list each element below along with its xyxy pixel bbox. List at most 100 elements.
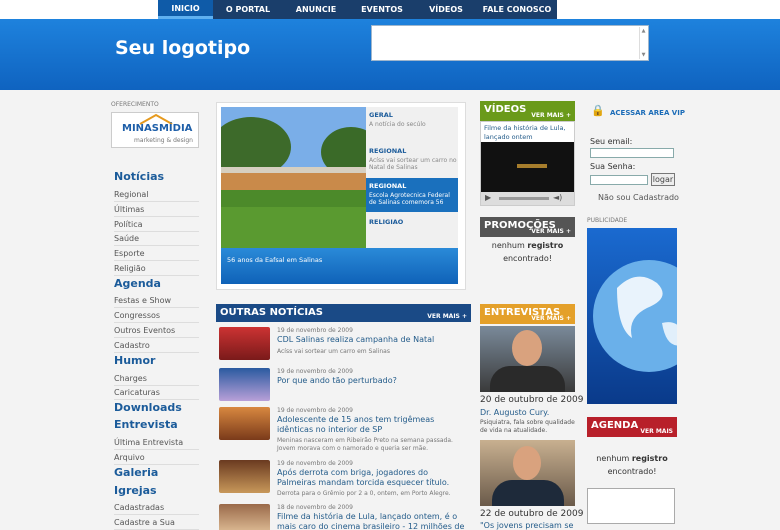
tab-videos[interactable]: VÍDEOS [415,0,477,19]
tab-anuncie[interactable]: ANUNCIE [283,0,349,19]
publicidade-banner[interactable] [587,228,677,404]
agenda-empty-c: encontrado! [607,467,657,476]
login-button[interactable]: logar [651,173,675,186]
sidebar-item-charges[interactable]: Charges [114,374,199,386]
outras-ver-mais[interactable]: VER MAIS + [427,313,467,320]
featured-tab-2[interactable]: REGIONAL Acíss vai sortear um carro no Na… [369,147,458,171]
news-headline[interactable]: Por que ando tão perturbado? [277,376,467,386]
promocoes-empty-a: nenhum [491,241,528,250]
vip-title[interactable]: ACESSAR AREA VIP [610,109,685,117]
entrevista-photo[interactable] [480,440,575,506]
sidebar-item-cadastre[interactable]: Cadastre a Sua [114,518,199,530]
news-thumb[interactable] [219,368,270,401]
news-item[interactable]: 19 de novembro de 2009 Por que ando tão … [219,368,469,406]
sidebar-item-esporte[interactable]: Esporte [114,249,199,261]
sidebar-item-ultima-entrevista[interactable]: Última Entrevista [114,438,199,450]
sidebar-item-arquivo[interactable]: Arquivo [114,453,199,465]
news-thumb[interactable] [219,407,270,440]
register-link[interactable]: Não sou Cadastrado [598,193,679,202]
entrevistas-bar: ENTREVISTAS VER MAIS + [480,304,575,324]
news-item[interactable]: 18 de novembro de 2009 Filme da história… [219,504,469,530]
news-headline[interactable]: Após derrota com briga, jogadores do Pal… [277,468,467,488]
news-headline[interactable]: Filme da história de Lula, lançado ontem… [277,512,467,530]
promocoes-ver-mais[interactable]: VER MAIS + [531,228,571,235]
agenda-empty-a: nenhum [596,454,632,463]
email-label: Seu email: [590,137,633,146]
sidebar-notícias[interactable]: Notícias [114,170,164,183]
play-icon[interactable]: ▶ [485,193,491,202]
sidebar-item-caricaturas[interactable]: Caricaturas [114,388,199,400]
entrevista-face [513,446,541,480]
tab-inicio[interactable]: INICIO [158,0,213,19]
sidebar-agenda[interactable]: Agenda [114,277,161,290]
news-thumb[interactable] [219,327,270,360]
email-field[interactable] [590,148,674,158]
sidebar-item-regional[interactable]: Regional [114,190,199,202]
sidebar-item-saude[interactable]: Saúde [114,234,199,246]
video-progress[interactable] [499,197,549,200]
news-thumb[interactable] [219,504,270,530]
tab-eventos[interactable]: EVENTOS [349,0,415,19]
featured-image[interactable] [221,107,366,248]
entrevistas-ver-mais[interactable]: VER MAIS + [531,315,571,322]
video-screen[interactable] [481,142,574,192]
featured-tab-3[interactable]: REGIONAL Escola Agrotecnica Federal de Sa… [369,182,458,206]
entrevista-suit [492,480,564,506]
news-item[interactable]: 19 de novembro de 2009 CDL Salinas reali… [219,327,469,367]
video-screen-logo [517,164,547,168]
sidebar-item-cadastro[interactable]: Cadastro [114,341,199,353]
featured-caption-bar[interactable]: 56 anos da Eafsal em Salinas [221,248,458,284]
volume-icon[interactable]: ◄) [553,193,562,202]
news-item[interactable]: 19 de novembro de 2009 Após derrota com … [219,460,469,500]
sidebar-entrevista[interactable]: Entrevista [114,418,178,431]
entrevista-name[interactable]: Dr. Augusto Cury. [480,408,549,417]
sidebar-item-outros-eventos[interactable]: Outros Eventos [114,326,199,338]
sidebar-item-cadastradas[interactable]: Cadastradas [114,503,199,515]
entrevista-name[interactable]: "Os jovens precisam se [480,521,573,530]
video-caption[interactable]: Filme da história de Lula, lançado ontem [484,124,570,142]
news-headline[interactable]: Adolescente de 15 anos tem trigêmeas idê… [277,415,467,435]
promocoes-empty-c: encontrado! [503,254,552,263]
sponsor-label: OFERECIMENTO [111,101,159,108]
entrevista-photo[interactable] [480,326,575,392]
tab-o-portal[interactable]: O PORTAL [213,0,283,19]
sidebar-igrejas[interactable]: Igrejas [114,484,157,497]
video-controls: ▶ ◄) [481,192,574,205]
globe-icon [593,260,677,372]
agenda-empty-b: registro [631,454,668,463]
sidebar-item-congressos[interactable]: Congressos [114,311,199,323]
promocoes-empty-b: registro [527,241,564,250]
sidebar-humor[interactable]: Humor [114,354,155,367]
video-player: Filme da história de Lula, lançado ontem… [480,121,575,206]
sidebar-downloads[interactable]: Downloads [114,401,182,414]
news-thumb[interactable] [219,460,270,493]
agenda-textarea[interactable] [587,488,675,524]
entrevista-date: 20 de outubro de 2009 [480,395,584,405]
tab-text: Acíss vai sortear um carro no Natal de S… [369,157,457,171]
tab-category: RELIGIAO [369,218,404,226]
videos-ver-mais[interactable]: VER MAIS + [531,112,571,119]
agenda-ver-mais[interactable]: VER MAIS [640,428,673,435]
tab-category: REGIONAL [369,147,407,155]
news-summary: Acíss vai sortear um carro em Salinas [277,348,390,355]
sidebar-item-religiao[interactable]: Religião [114,264,199,276]
password-field[interactable] [590,175,648,185]
news-item[interactable]: 19 de novembro de 2009 Adolescente de 15… [219,407,469,459]
news-summary: Meninas nasceram em Ribeirão Preto na se… [277,437,453,452]
agenda-empty: nenhum registro encontrado! [587,452,677,478]
tab-fale-conosco[interactable]: FALE CONOSCO [477,0,557,19]
site-logo[interactable]: Seu logotipo [115,37,250,59]
banner-scrollbar[interactable]: ▲ ▼ [639,27,647,59]
tab-category: GERAL [369,111,393,119]
password-label: Sua Senha: [590,162,636,171]
featured-tab-4[interactable]: RELIGIAO [369,218,458,228]
sponsor-logo[interactable]: MINASMÍDIA marketing & design [111,112,199,148]
sidebar-item-festas[interactable]: Festas e Show [114,296,199,308]
sidebar-item-politica[interactable]: Política [114,220,199,232]
entrevista-text: Psiquiatra, fala sobre qualidade de vida… [480,419,575,434]
sidebar-galeria[interactable]: Galeria [114,466,158,479]
featured-tab-1[interactable]: GERAL A notícia do secúlo [369,111,458,128]
news-date: 19 de novembro de 2009 [277,407,353,414]
sidebar-item-ultimas[interactable]: Últimas [114,205,199,217]
news-headline[interactable]: CDL Salinas realiza campanha de Natal [277,335,467,345]
